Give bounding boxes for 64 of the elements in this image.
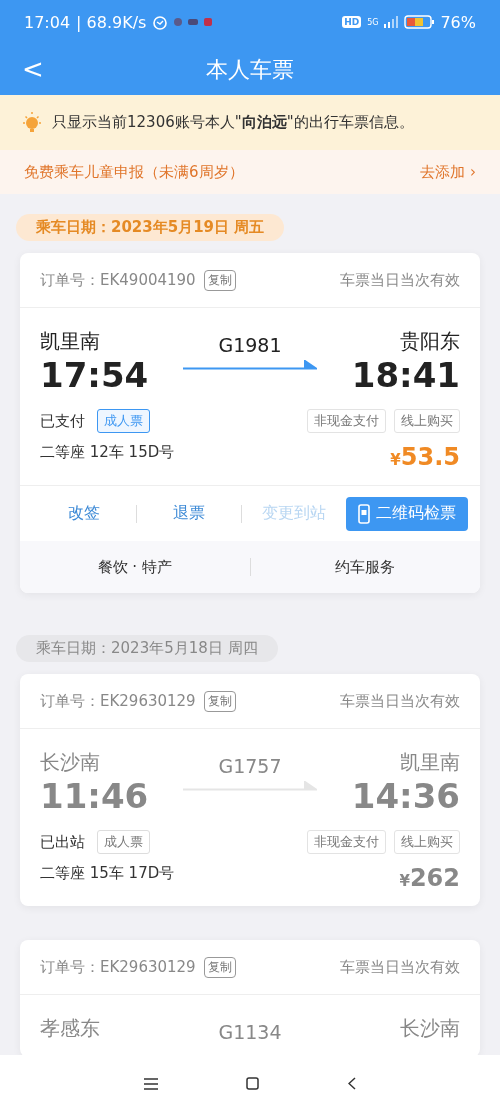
arrival-time: 14:36 (351, 776, 460, 816)
travel-date-label: 乘车日期：2023年5月18日 周四 (16, 635, 278, 662)
app-notification-icon (174, 18, 183, 26)
ticket-type-tag: 成人票 (97, 830, 150, 854)
action-button[interactable]: 退票 (136, 496, 241, 531)
arrow-icon (183, 781, 317, 791)
departure-station: 孝感东 (40, 1015, 100, 1042)
signal-icon (384, 16, 399, 28)
seat-info: 二等座 15车 17D号 (40, 864, 175, 883)
phone-icon (357, 503, 370, 524)
action-button[interactable]: 改签 (32, 496, 136, 531)
payment-tag: 线上购买 (394, 409, 460, 433)
train-number: G1134 (218, 1021, 282, 1043)
travel-date-label: 乘车日期：2023年5月19日 周五 (16, 214, 285, 241)
battery-percent: 76% (440, 12, 476, 32)
app-notification-icon (188, 19, 199, 25)
ticket-status: 已出站 (40, 832, 85, 852)
page-title: 本人车票 (206, 55, 294, 84)
payment-tag: 非现金支付 (307, 830, 386, 854)
back-button[interactable]: < (16, 54, 50, 84)
copy-button[interactable]: 复制 (203, 269, 236, 291)
validity-text: 车票当日当次有效 (340, 270, 460, 290)
arrival-station: 贵阳东 (400, 328, 460, 355)
ticket-price: ¥53.5 (390, 443, 460, 471)
notice-text: 只显示当前12306账号本人"向泊远"的出行车票信息。 (52, 113, 414, 132)
payment-tag: 非现金支付 (307, 409, 386, 433)
home-icon[interactable] (246, 1077, 260, 1090)
train-number: G1981 (218, 334, 282, 356)
menu-icon[interactable] (144, 1077, 159, 1090)
departure-time: 11:46 (40, 776, 149, 816)
departure-station: 长沙南 (40, 749, 100, 776)
ticket-price: ¥262 (399, 864, 460, 892)
hd-badge: HD (342, 16, 362, 28)
lightbulb-icon (22, 111, 42, 134)
clock-time: 17:04 (24, 12, 71, 32)
arrival-station: 凯里南 (400, 749, 460, 776)
arrival-time: 18:41 (351, 355, 460, 395)
copy-button[interactable]: 复制 (203, 956, 236, 978)
arrival-station: 长沙南 (400, 1015, 460, 1042)
child-declaration-text: 免费乘车儿童申报（未满6周岁） (24, 162, 244, 182)
validity-text: 车票当日当次有效 (340, 957, 460, 977)
service-button[interactable]: 约车服务 (250, 556, 480, 578)
copy-button[interactable]: 复制 (203, 690, 236, 712)
ticket-type-tag: 成人票 (97, 409, 150, 433)
order-number: 订单号：EK29630129 (40, 957, 196, 977)
arrow-icon (183, 360, 317, 370)
network-type: 5G (367, 17, 379, 27)
add-link[interactable]: 去添加 › (420, 162, 476, 182)
alarm-icon (152, 14, 169, 30)
seat-info: 二等座 12车 15D号 (40, 443, 175, 462)
train-number: G1757 (218, 755, 282, 777)
back-icon[interactable] (347, 1077, 356, 1090)
order-number: 订单号：EK49004190 (40, 270, 196, 290)
qr-check-button[interactable]: 二维码检票 (345, 496, 468, 531)
service-button[interactable]: 餐饮 · 特产 (20, 556, 250, 578)
app-notification-icon (204, 18, 213, 26)
ticket-status: 已支付 (40, 411, 85, 431)
departure-station: 凯里南 (40, 328, 100, 355)
battery-icon (404, 15, 435, 29)
network-speed: | 68.9K/s (76, 12, 147, 32)
payment-tag: 线上购买 (394, 830, 460, 854)
validity-text: 车票当日当次有效 (340, 691, 460, 711)
order-number: 订单号：EK29630129 (40, 691, 196, 711)
departure-time: 17:54 (40, 355, 149, 395)
